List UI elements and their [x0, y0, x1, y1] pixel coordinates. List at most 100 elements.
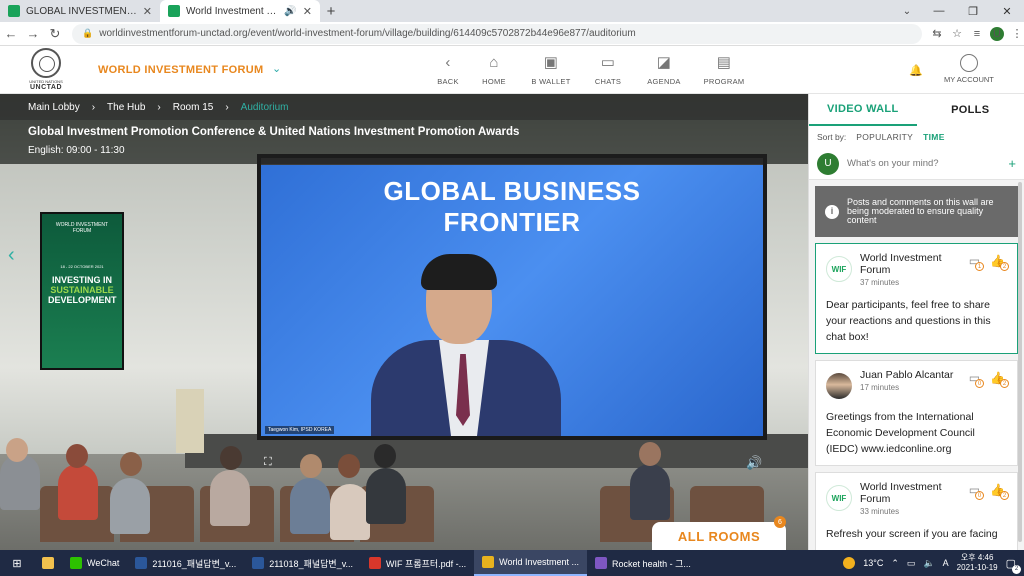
chevron-left-icon[interactable]: ‹ [8, 244, 15, 267]
taskbar-app-5[interactable]: Rocket health - 그... [587, 550, 699, 576]
close-icon[interactable]: ✕ [303, 5, 312, 18]
taskbar-app-4[interactable]: World Investment ... [474, 550, 588, 576]
video-player[interactable]: GLOBAL BUSINESS FRONTIER Taegwon Kim, IP… [257, 154, 767, 440]
wall-feed: i Posts and comments on this wall are be… [809, 180, 1024, 550]
audience-member-head [639, 442, 661, 466]
speaker-icon[interactable]: 🔊 [284, 6, 296, 17]
browser-tab-2[interactable]: World Investment Forum - 🔊 ✕ [160, 0, 320, 22]
tab-title: GLOBAL INVESTMENT PROMOTI [26, 5, 137, 17]
taskbar-app-2[interactable]: 211018_패널답변_v... [244, 550, 361, 576]
nav-back[interactable]: ‹ BACK [430, 52, 466, 87]
os-taskbar: ⊞ WeChat 211016_패널답변_v... 211018_패널답변_v.… [0, 550, 1024, 576]
taskbar-app-0[interactable]: WeChat [62, 550, 127, 576]
nav-wallet[interactable]: ▣ B WALLET [522, 52, 580, 86]
wif-favicon-icon [8, 5, 20, 17]
temperature[interactable]: 13°C [863, 558, 883, 568]
wall-post[interactable]: WIF World Investment Forum 33 minutes ▭ 0… [815, 472, 1018, 550]
browser-tab-strip: GLOBAL INVESTMENT PROMOTI ✕ World Invest… [0, 0, 1024, 22]
un-emblem-icon [31, 48, 61, 78]
add-icon[interactable]: + [1008, 156, 1016, 171]
panel-scrollbar[interactable] [1018, 182, 1022, 542]
nav-label: B WALLET [531, 77, 571, 86]
comment-icon[interactable]: ▭ 0 [969, 483, 985, 500]
close-icon[interactable]: ✕ [143, 5, 152, 18]
profile-avatar[interactable]: U [990, 26, 1004, 41]
reload-icon[interactable]: ↻ [44, 23, 66, 45]
comment-icon[interactable]: ▭ 1 [969, 254, 985, 271]
audience-member [330, 484, 370, 540]
video-screen[interactable]: GLOBAL BUSINESS FRONTIER Taegwon Kim, IP… [261, 158, 763, 436]
network-icon[interactable]: ▭ [907, 558, 916, 569]
close-window-icon[interactable]: ✕ [990, 0, 1024, 22]
back-arrow-icon[interactable]: ← [0, 23, 22, 45]
chevron-down-icon[interactable]: ⌄ [272, 62, 281, 75]
poster-line: SUSTAINABLE [50, 285, 114, 295]
lock-icon[interactable]: 🔒 [82, 28, 93, 39]
comment-count: 1 [975, 262, 985, 271]
comment-count: 0 [975, 491, 985, 500]
minimize-icon[interactable]: — [922, 0, 956, 22]
audience-member-head [374, 444, 396, 468]
tray-arrow-icon[interactable]: ⌃ [891, 558, 899, 569]
nav-chats[interactable]: ▭ CHATS [580, 52, 636, 86]
reading-list-icon[interactable]: ≡ [970, 28, 984, 40]
new-tab-button[interactable]: + [320, 0, 342, 22]
comment-count: 0 [975, 379, 985, 388]
breadcrumb: Main Lobby › The Hub › Room 15 › Auditor… [0, 94, 808, 120]
taskbar-app-3[interactable]: WIF 프롬프터.pdf -... [361, 550, 474, 576]
maximize-icon[interactable]: ❐ [956, 0, 990, 22]
notification-icon[interactable]: ▢ 2 [1006, 557, 1021, 574]
post-input[interactable] [847, 158, 1001, 169]
volume-icon[interactable]: 🔈 [923, 558, 934, 569]
unctad-logo[interactable]: UNITED NATIONS UNCTAD [26, 48, 66, 92]
ime-icon[interactable]: A [943, 558, 949, 568]
menu-dots-icon[interactable]: ⋮ [1010, 27, 1024, 40]
post-author: World Investment Forum [860, 481, 942, 505]
bell-icon[interactable]: 🔔 [909, 64, 923, 77]
clock-date: 2021-10-19 [956, 563, 998, 572]
url-text: worldinvestmentforum-unctad.org/event/wo… [99, 28, 636, 39]
breadcrumb-room[interactable]: Room 15 [173, 102, 214, 113]
wall-post[interactable]: Juan Pablo Alcantar 17 minutes ▭ 0 👍 2 Gre… [815, 360, 1018, 466]
breadcrumb-the-hub[interactable]: The Hub [107, 102, 145, 113]
audience-member [210, 470, 250, 526]
pdf-icon [369, 557, 382, 569]
nav-home[interactable]: ⌂ HOME [466, 52, 522, 87]
taskbar-label: 211018_패널답변_v... [269, 558, 354, 569]
taskbar-folder[interactable] [34, 550, 62, 576]
nav-agenda[interactable]: ◪ AGENDA [636, 52, 692, 86]
like-icon[interactable]: 👍 2 [990, 371, 1009, 388]
browser-tab-1[interactable]: GLOBAL INVESTMENT PROMOTI ✕ [0, 0, 160, 22]
sort-time[interactable]: TIME [923, 132, 945, 142]
forum-title[interactable]: WORLD INVESTMENT FORUM [98, 64, 263, 76]
wall-post[interactable]: WIF World Investment Forum 37 minutes ▭ 1… [815, 243, 1018, 354]
windows-start-icon[interactable]: ⊞ [0, 550, 34, 576]
tab-polls[interactable]: POLLS [917, 94, 1024, 126]
poster-date: 18 - 22 OCTOBER 2021 [60, 264, 104, 269]
home-icon: ⌂ [489, 53, 499, 71]
session-title: Global Investment Promotion Conference &… [28, 126, 520, 138]
tab-video-wall[interactable]: VIDEO WALL [809, 94, 917, 126]
back-arrow-icon: ‹ [445, 53, 451, 71]
like-icon[interactable]: 👍 2 [990, 483, 1009, 500]
like-icon[interactable]: 👍 2 [990, 254, 1009, 271]
sort-popularity[interactable]: POPULARITY [856, 132, 913, 142]
post-time: 37 minutes [860, 278, 900, 287]
all-rooms-button[interactable]: ALL ROOMS [652, 522, 786, 550]
translate-icon[interactable]: ⇆ [930, 27, 944, 40]
star-icon[interactable]: ☆ [950, 27, 964, 40]
poster-title: INVESTING IN SUSTAINABLE DEVELOPMENT [48, 275, 117, 305]
url-field[interactable]: 🔒 worldinvestmentforum-unctad.org/event/… [72, 23, 922, 44]
word-icon [252, 557, 265, 569]
forward-arrow-icon[interactable]: → [22, 23, 44, 45]
audience-member [290, 478, 330, 534]
taskbar-app-1[interactable]: 211016_패널답변_v... [127, 550, 244, 576]
chevron-down-icon[interactable]: ⌄ [896, 0, 918, 22]
clock[interactable]: 오후 4:46 2021-10-19 [957, 553, 998, 573]
comment-icon[interactable]: ▭ 0 [969, 371, 985, 388]
my-account-button[interactable]: MY ACCOUNT [944, 54, 994, 84]
nav-program[interactable]: ▤ PROGRAM [692, 52, 756, 86]
breadcrumb-main-lobby[interactable]: Main Lobby [28, 102, 80, 113]
chrome-icon [482, 556, 495, 568]
audience-member-head [120, 452, 142, 476]
